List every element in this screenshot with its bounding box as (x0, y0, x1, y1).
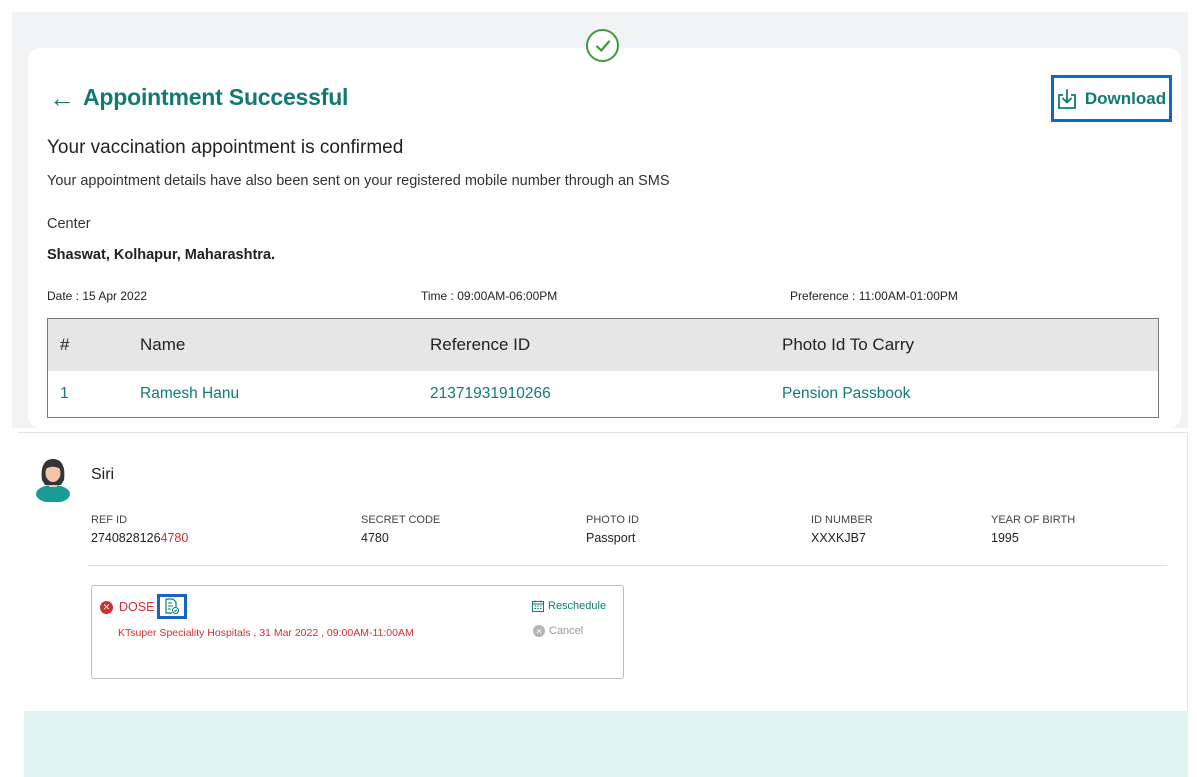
avatar-icon (36, 459, 70, 502)
ref-id-value: 27408281264780 (91, 531, 188, 545)
id-number-value: XXXKJB7 (811, 531, 866, 545)
row-photo-id: Pension Passbook (782, 385, 911, 402)
ref-id-prefix: 2740828126 (91, 531, 161, 545)
page-header: ← Appointment Successful (49, 84, 348, 111)
appointment-preference: Preference : 11:00AM-01:00PM (790, 289, 958, 303)
appointment-date: Date : 15 Apr 2022 (47, 289, 148, 303)
confirmation-subtext: Your appointment details have also been … (47, 173, 670, 189)
divider (88, 565, 1167, 566)
column-header-name: Name (140, 335, 186, 354)
row-index: 1 (60, 385, 69, 402)
confirmation-heading: Your vaccination appointment is confirme… (47, 137, 404, 158)
certificate-icon (165, 598, 180, 615)
column-header-photo-id: Photo Id To Carry (782, 335, 914, 354)
id-number-label: ID NUMBER (811, 514, 873, 526)
secret-code-value: 4780 (361, 531, 389, 545)
center-name: Shaswat, Kolhapur, Maharashtra. (47, 247, 276, 263)
column-header-reference-id: Reference ID (430, 335, 531, 354)
secret-code-label: SECRET CODE (361, 514, 441, 526)
table-header-row: # Name Reference ID Photo Id To Carry (48, 319, 1158, 371)
download-label: Download (1084, 88, 1167, 108)
download-icon (1057, 88, 1076, 109)
ref-id-highlight: 4780 (160, 531, 189, 545)
reschedule-label: Reschedule (548, 600, 607, 612)
beneficiary-name: Siri (91, 466, 115, 483)
bottom-band (24, 711, 1188, 777)
download-button[interactable]: Download (1051, 75, 1172, 122)
appointment-time: Time : 09:00AM-06:00PM (421, 289, 558, 303)
reschedule-button[interactable]: Reschedule (532, 600, 606, 612)
year-of-birth-value: 1995 (991, 531, 1019, 545)
photo-id-value: Passport (586, 531, 636, 545)
ref-id-label: REF ID (91, 514, 128, 526)
page-title: Appointment Successful (83, 84, 349, 110)
cancel-button[interactable]: ✕ Cancel (533, 625, 583, 637)
table-row: 1 Ramesh Hanu 21371931910266 Pension Pas… (48, 371, 1158, 417)
center-label: Center (47, 216, 91, 232)
cancel-label: Cancel (549, 625, 584, 637)
row-name: Ramesh Hanu (140, 385, 240, 402)
arrow-left-icon[interactable]: ← (49, 85, 75, 111)
cancel-icon: ✕ (533, 625, 545, 637)
column-header-index: # (60, 335, 70, 354)
check-circle-icon (586, 29, 619, 62)
dose-detail: KTsuper Speciality Hospitals , 31 Mar 20… (118, 627, 414, 639)
calendar-icon (532, 600, 544, 612)
dose-status-icon: ✕ (100, 601, 113, 614)
photo-id-label: PHOTO ID (586, 514, 639, 526)
appointment-table: # Name Reference ID Photo Id To Carry 1 … (47, 318, 1159, 418)
row-reference-id: 21371931910266 (430, 385, 551, 402)
year-of-birth-label: YEAR OF BIRTH (991, 514, 1076, 526)
certificate-button[interactable] (157, 594, 187, 619)
